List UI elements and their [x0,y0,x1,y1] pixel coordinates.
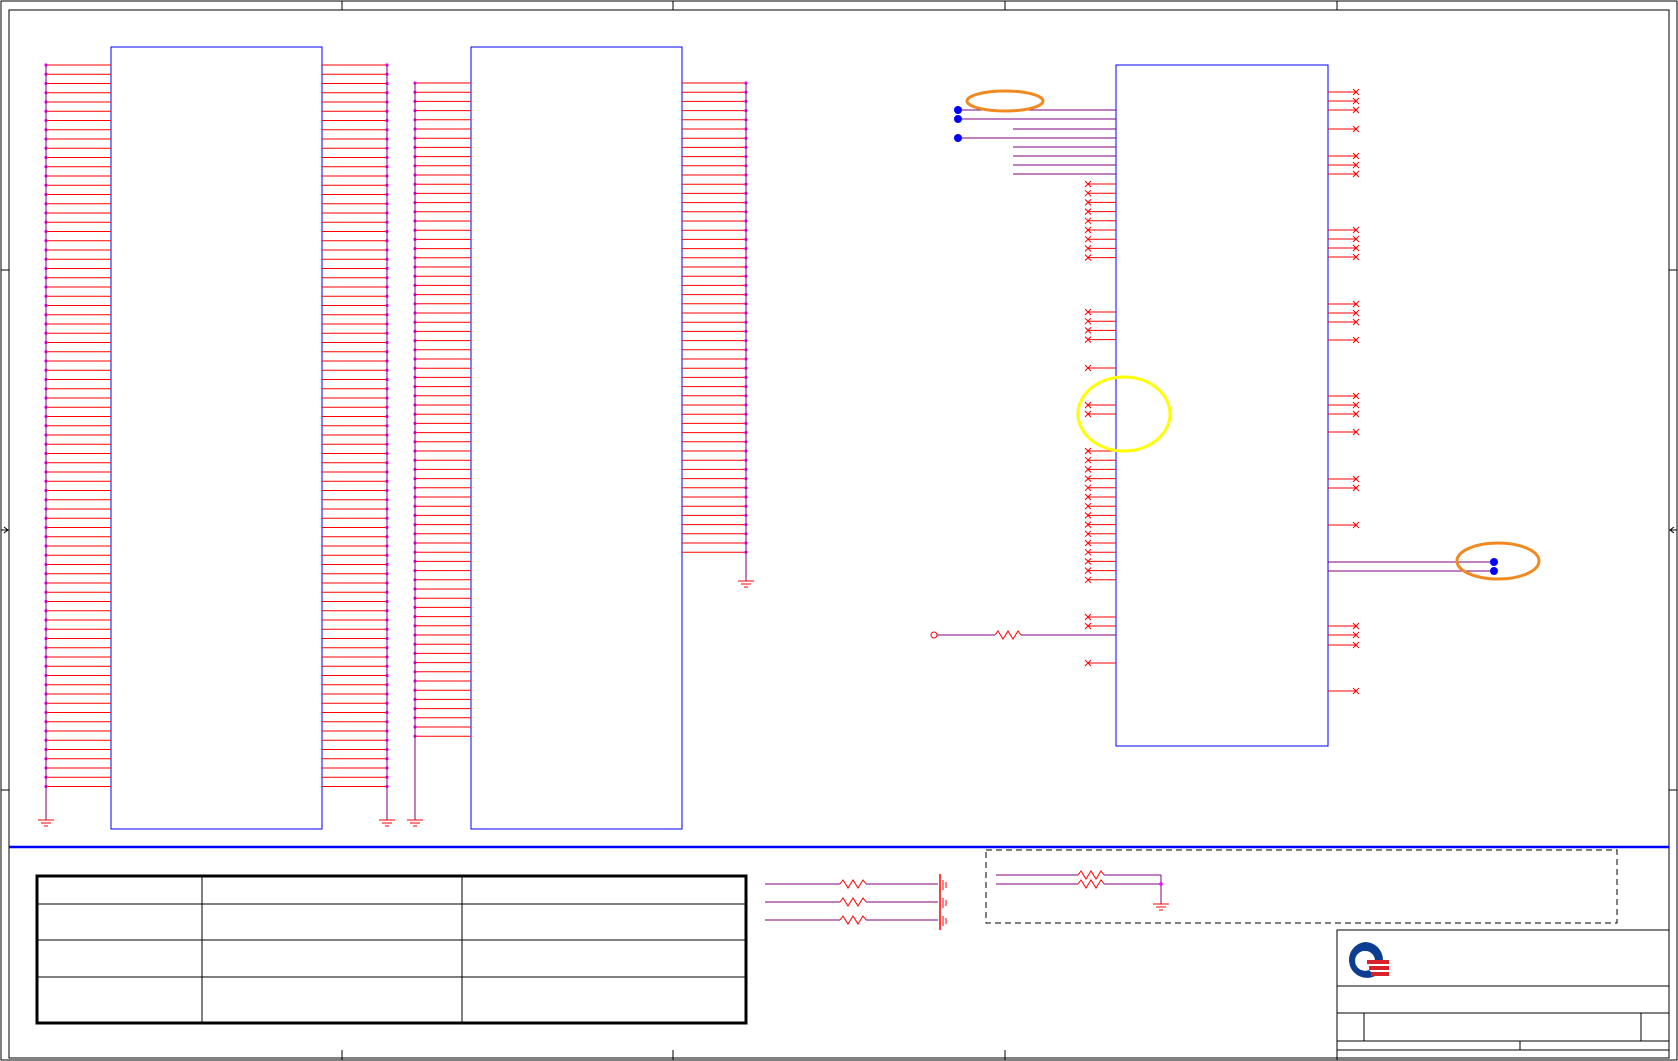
test-point-icon[interactable] [930,631,938,639]
pullup-resistor-net [930,630,1116,640]
ground-icon [1153,903,1169,911]
capacitor-icon [939,874,947,930]
junction-dot-icon [954,106,962,114]
highlight-orange-top [965,89,1045,113]
highlight-orange-right [1455,541,1541,581]
junction-dot-icon [1490,558,1498,566]
junction-dot-icon [1490,567,1498,575]
ic-right-body[interactable] [1115,64,1329,747]
sheet-frame [0,0,1678,1061]
ground-icon [738,553,754,588]
resistor-icon [839,897,867,907]
ic-output-nets [1328,558,1498,575]
ic-right-pins [1084,88,1360,695]
dashed-option-box [985,849,1618,924]
connector-left-1-body[interactable] [110,46,323,830]
connector-left-2-pins [413,81,748,820]
resistor-icon [1077,879,1105,889]
ground-icon [407,819,423,827]
ground-icon [38,790,54,827]
connector-left-2-body[interactable] [470,46,683,830]
junction-dot-icon [954,115,962,123]
bottom-rc-network [765,874,947,930]
quanta-logo-icon [1348,942,1389,978]
ic-input-nets [954,106,1116,175]
resistor-icon [839,879,867,889]
ground-icon [379,819,395,827]
title-block [1336,929,1670,1059]
resistor-icon [839,915,867,925]
resistor-icon [994,630,1022,640]
revision-table [35,874,748,1025]
schematic-canvas [0,0,1678,1061]
resistor-icon [1077,870,1105,880]
connector-left-1-pins [44,63,389,820]
schematic-sheet [0,0,1678,1061]
junction-dot-icon [954,134,962,142]
